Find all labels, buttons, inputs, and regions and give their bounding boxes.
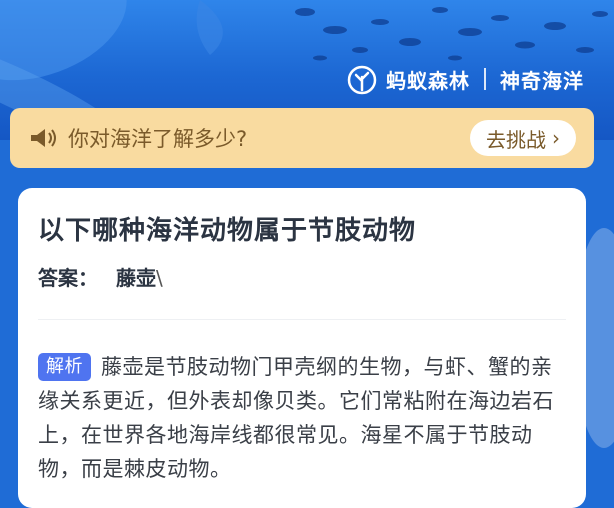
ant-forest-logo-icon xyxy=(347,65,377,95)
answer-row: 答案： 藤壶\ xyxy=(38,262,163,291)
go-challenge-button[interactable]: 去挑战 › xyxy=(470,120,576,156)
challenge-prompt: 你对海洋了解多少? xyxy=(68,127,248,151)
divider xyxy=(38,319,566,320)
explain-tag: 解析 xyxy=(38,353,91,381)
chevron-right-icon: › xyxy=(552,126,560,150)
explanation-text: 藤壶是节肢动物门甲壳纲的生物，与虾、蟹的亲缘关系更近，但外表却像贝类。它们常粘附… xyxy=(38,355,554,481)
brand-subtitle: 神奇海洋 xyxy=(500,68,584,93)
quiz-card: 以下哪种海洋动物属于节肢动物 答案： 藤壶\ 解析 藤壶是节肢动物门甲壳纲的生物，与… xyxy=(18,188,586,508)
go-challenge-label: 去挑战 xyxy=(486,127,546,152)
brand-name: 蚂蚁森林 xyxy=(386,68,470,93)
brand-divider xyxy=(484,68,486,90)
brand-bar: 蚂蚁森林 神奇海洋 xyxy=(346,62,584,96)
speaker-icon xyxy=(31,129,56,147)
answer-value: 藤壶 xyxy=(116,266,156,290)
challenge-banner: 你对海洋了解多少? 去挑战 › xyxy=(10,108,594,168)
explanation: 解析 藤壶是节肢动物门甲壳纲的生物，与虾、蟹的亲缘关系更近，但外表却像贝类。它们常… xyxy=(38,350,572,486)
answer-cursor: \ xyxy=(156,266,163,290)
question-title: 以下哪种海洋动物属于节肢动物 xyxy=(38,216,417,246)
answer-label: 答案： xyxy=(38,266,98,290)
